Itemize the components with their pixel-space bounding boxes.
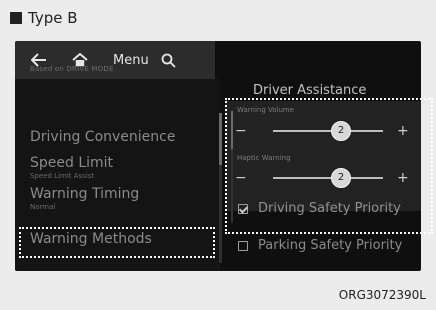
type-header: Type B [10, 9, 78, 27]
left-scrollbar[interactable] [219, 113, 222, 263]
top-bar: Menu [15, 41, 215, 79]
panel-title: Driver Assistance [253, 83, 367, 98]
menu-item-title: Warning Timing [30, 186, 140, 202]
menu-item-warning-timing[interactable]: Warning Timing Normal [30, 186, 139, 212]
page: Type B Menu Based on DRIVE MODE Driving … [0, 0, 436, 310]
type-title: Type B [28, 9, 78, 27]
left-scrollbar-thumb[interactable] [219, 113, 222, 165]
parking-safety-priority-label: Parking Safety Priority [258, 238, 403, 253]
menu-item-title: Driving Convenience [30, 129, 176, 145]
back-icon[interactable] [31, 41, 47, 79]
menu-button[interactable]: Menu [113, 41, 149, 79]
menu-item-speed-limit[interactable]: Speed Limit Speed Limit Assist [30, 155, 113, 181]
image-code: ORG3072390L [338, 288, 426, 302]
parking-safety-priority-option[interactable]: Parking Safety Priority [238, 238, 402, 253]
home-icon[interactable] [72, 41, 88, 79]
type-square-icon [10, 12, 22, 24]
menu-item-title: Speed Limit [30, 155, 114, 171]
menu-item-driving-convenience[interactable]: Driving Convenience [30, 129, 175, 145]
menu-item-subtitle: Normal [30, 203, 56, 211]
parking-safety-priority-checkbox[interactable] [238, 240, 248, 251]
menu-item-subtitle: Speed Limit Assist [30, 172, 95, 180]
highlight-box-left [19, 227, 215, 258]
section-caption: Based on DRIVE MODE [30, 65, 114, 73]
highlight-box-right [225, 98, 433, 234]
search-icon[interactable] [161, 41, 176, 79]
